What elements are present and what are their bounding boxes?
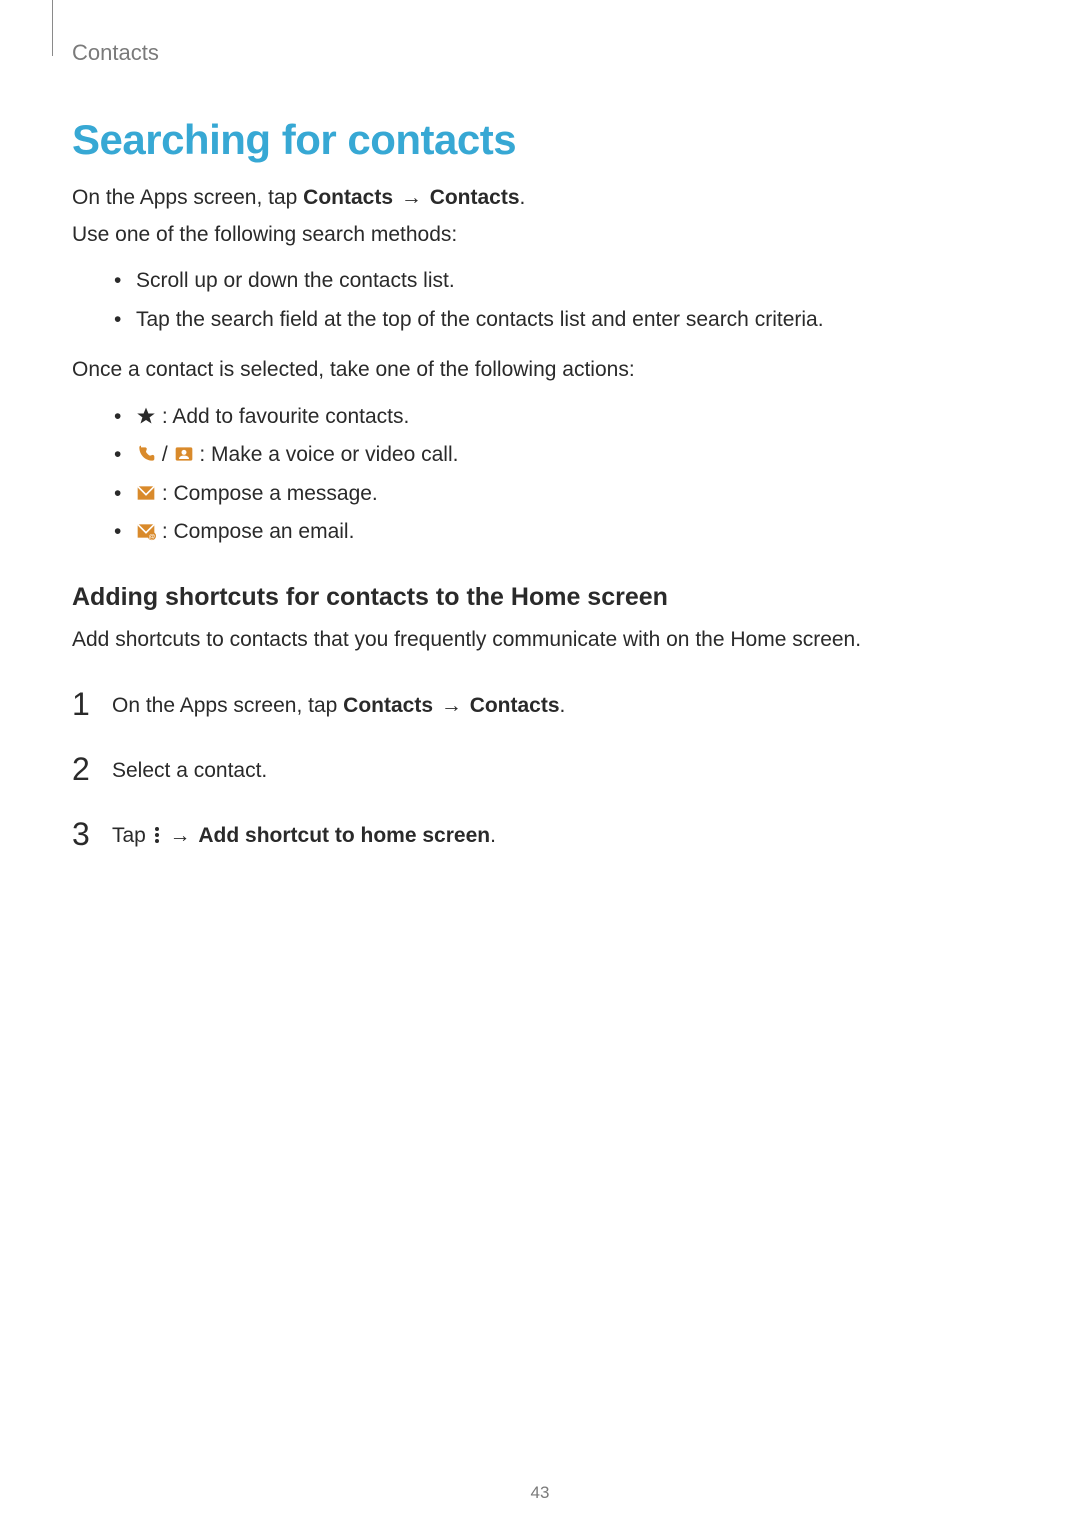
bold-text: Contacts [430, 186, 520, 209]
sub-desc: Add shortcuts to contacts that you frequ… [72, 624, 1008, 657]
arrow-text: → [433, 694, 470, 717]
message-icon [136, 483, 156, 503]
svg-text:@: @ [148, 534, 155, 541]
step-item: Select a contact. [72, 739, 1008, 804]
list-item: Tap the search field at the top of the c… [114, 304, 1008, 337]
list-item: / : Make a voice or video call. [114, 439, 1008, 472]
text-fragment: On the Apps screen, tap [72, 186, 303, 209]
actions-list: : Add to favourite contacts. / : Make a … [72, 401, 1008, 549]
step-item: Tap → Add shortcut to home screen. [72, 804, 1008, 869]
bold-text: Add shortcut to home screen [198, 824, 490, 847]
bold-text: Contacts [303, 186, 393, 209]
text-fragment: . [560, 694, 566, 717]
arrow-text: → [162, 824, 199, 847]
text-fragment: On the Apps screen, tap [112, 694, 343, 717]
text-fragment: . [520, 186, 526, 209]
text-fragment: : Compose an email. [156, 520, 354, 543]
text-fragment: : Compose a message. [156, 482, 378, 505]
page-number: 43 [0, 1483, 1080, 1503]
more-options-icon [152, 826, 162, 844]
text-fragment: . [490, 824, 496, 847]
subheading: Adding shortcuts for contacts to the Hom… [72, 583, 1008, 612]
bold-text: Contacts [343, 694, 433, 717]
intro-line-1: On the Apps screen, tap Contacts → Conta… [72, 182, 1008, 215]
page-title: Searching for contacts [72, 116, 1008, 164]
text-fragment: : Make a voice or video call. [194, 443, 459, 466]
text-fragment: : Add to favourite contacts. [156, 405, 409, 428]
mid-text: Once a contact is selected, take one of … [72, 354, 1008, 387]
video-call-icon [174, 444, 194, 464]
search-methods-list: Scroll up or down the contacts list. Tap… [72, 265, 1008, 336]
star-icon [136, 406, 156, 426]
bold-text: Contacts [470, 694, 560, 717]
steps-list: On the Apps screen, tap Contacts → Conta… [72, 674, 1008, 868]
list-item: @ : Compose an email. [114, 516, 1008, 549]
list-item: Scroll up or down the contacts list. [114, 265, 1008, 298]
email-icon: @ [136, 521, 156, 541]
breadcrumb: Contacts [72, 40, 1008, 66]
page-tab-mark [52, 0, 53, 56]
step-item: On the Apps screen, tap Contacts → Conta… [72, 674, 1008, 739]
phone-icon [136, 444, 156, 464]
arrow-text: → [393, 186, 430, 209]
document-page: Contacts Searching for contacts On the A… [0, 0, 1080, 1527]
list-item: : Add to favourite contacts. [114, 401, 1008, 434]
intro-line-2: Use one of the following search methods: [72, 219, 1008, 252]
text-fragment: / [156, 443, 174, 466]
list-item: : Compose a message. [114, 478, 1008, 511]
text-fragment: Tap [112, 824, 152, 847]
